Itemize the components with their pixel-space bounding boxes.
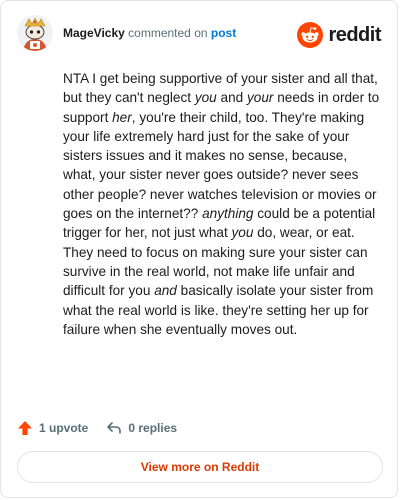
comment-text: and [216, 90, 247, 106]
reddit-logo-icon [297, 22, 324, 48]
comment-header: MageVicky commented on post reddit [17, 15, 381, 55]
upvote-arrow-icon [18, 421, 32, 435]
comment-emphasis: and [154, 283, 177, 299]
comment-embed-card: MageVicky commented on post reddit NTA I… [0, 0, 398, 498]
reply-arrow-icon [107, 422, 122, 434]
replies-button[interactable]: 0 replies [106, 420, 177, 436]
reddit-wordmark: reddit [328, 23, 381, 46]
view-more-button[interactable]: View more on Reddit [17, 451, 383, 483]
comment-emphasis: anything [202, 206, 254, 222]
post-link[interactable]: post [211, 26, 236, 40]
reddit-brand[interactable]: reddit [297, 22, 381, 48]
username-link[interactable]: MageVicky [63, 26, 125, 40]
replies-count: 0 replies [128, 421, 178, 435]
comment-emphasis: you [231, 225, 254, 241]
user-avatar-icon[interactable] [17, 15, 53, 51]
comment-actions: 1 upvote 0 replies [17, 417, 195, 439]
comment-emphasis: your [246, 90, 274, 106]
comment-text: , you're their child, too. They're makin… [63, 109, 377, 222]
comment-emphasis: her [112, 109, 132, 125]
upvote-button[interactable]: 1 upvote [17, 420, 88, 436]
upvote-count: 1 upvote [39, 421, 89, 435]
commented-on-text: commented on [124, 26, 211, 40]
comment-meta: MageVicky commented on post [63, 26, 236, 40]
comment-body: NTA I get being supportive of your siste… [63, 69, 381, 339]
comment-emphasis: you [194, 90, 217, 106]
